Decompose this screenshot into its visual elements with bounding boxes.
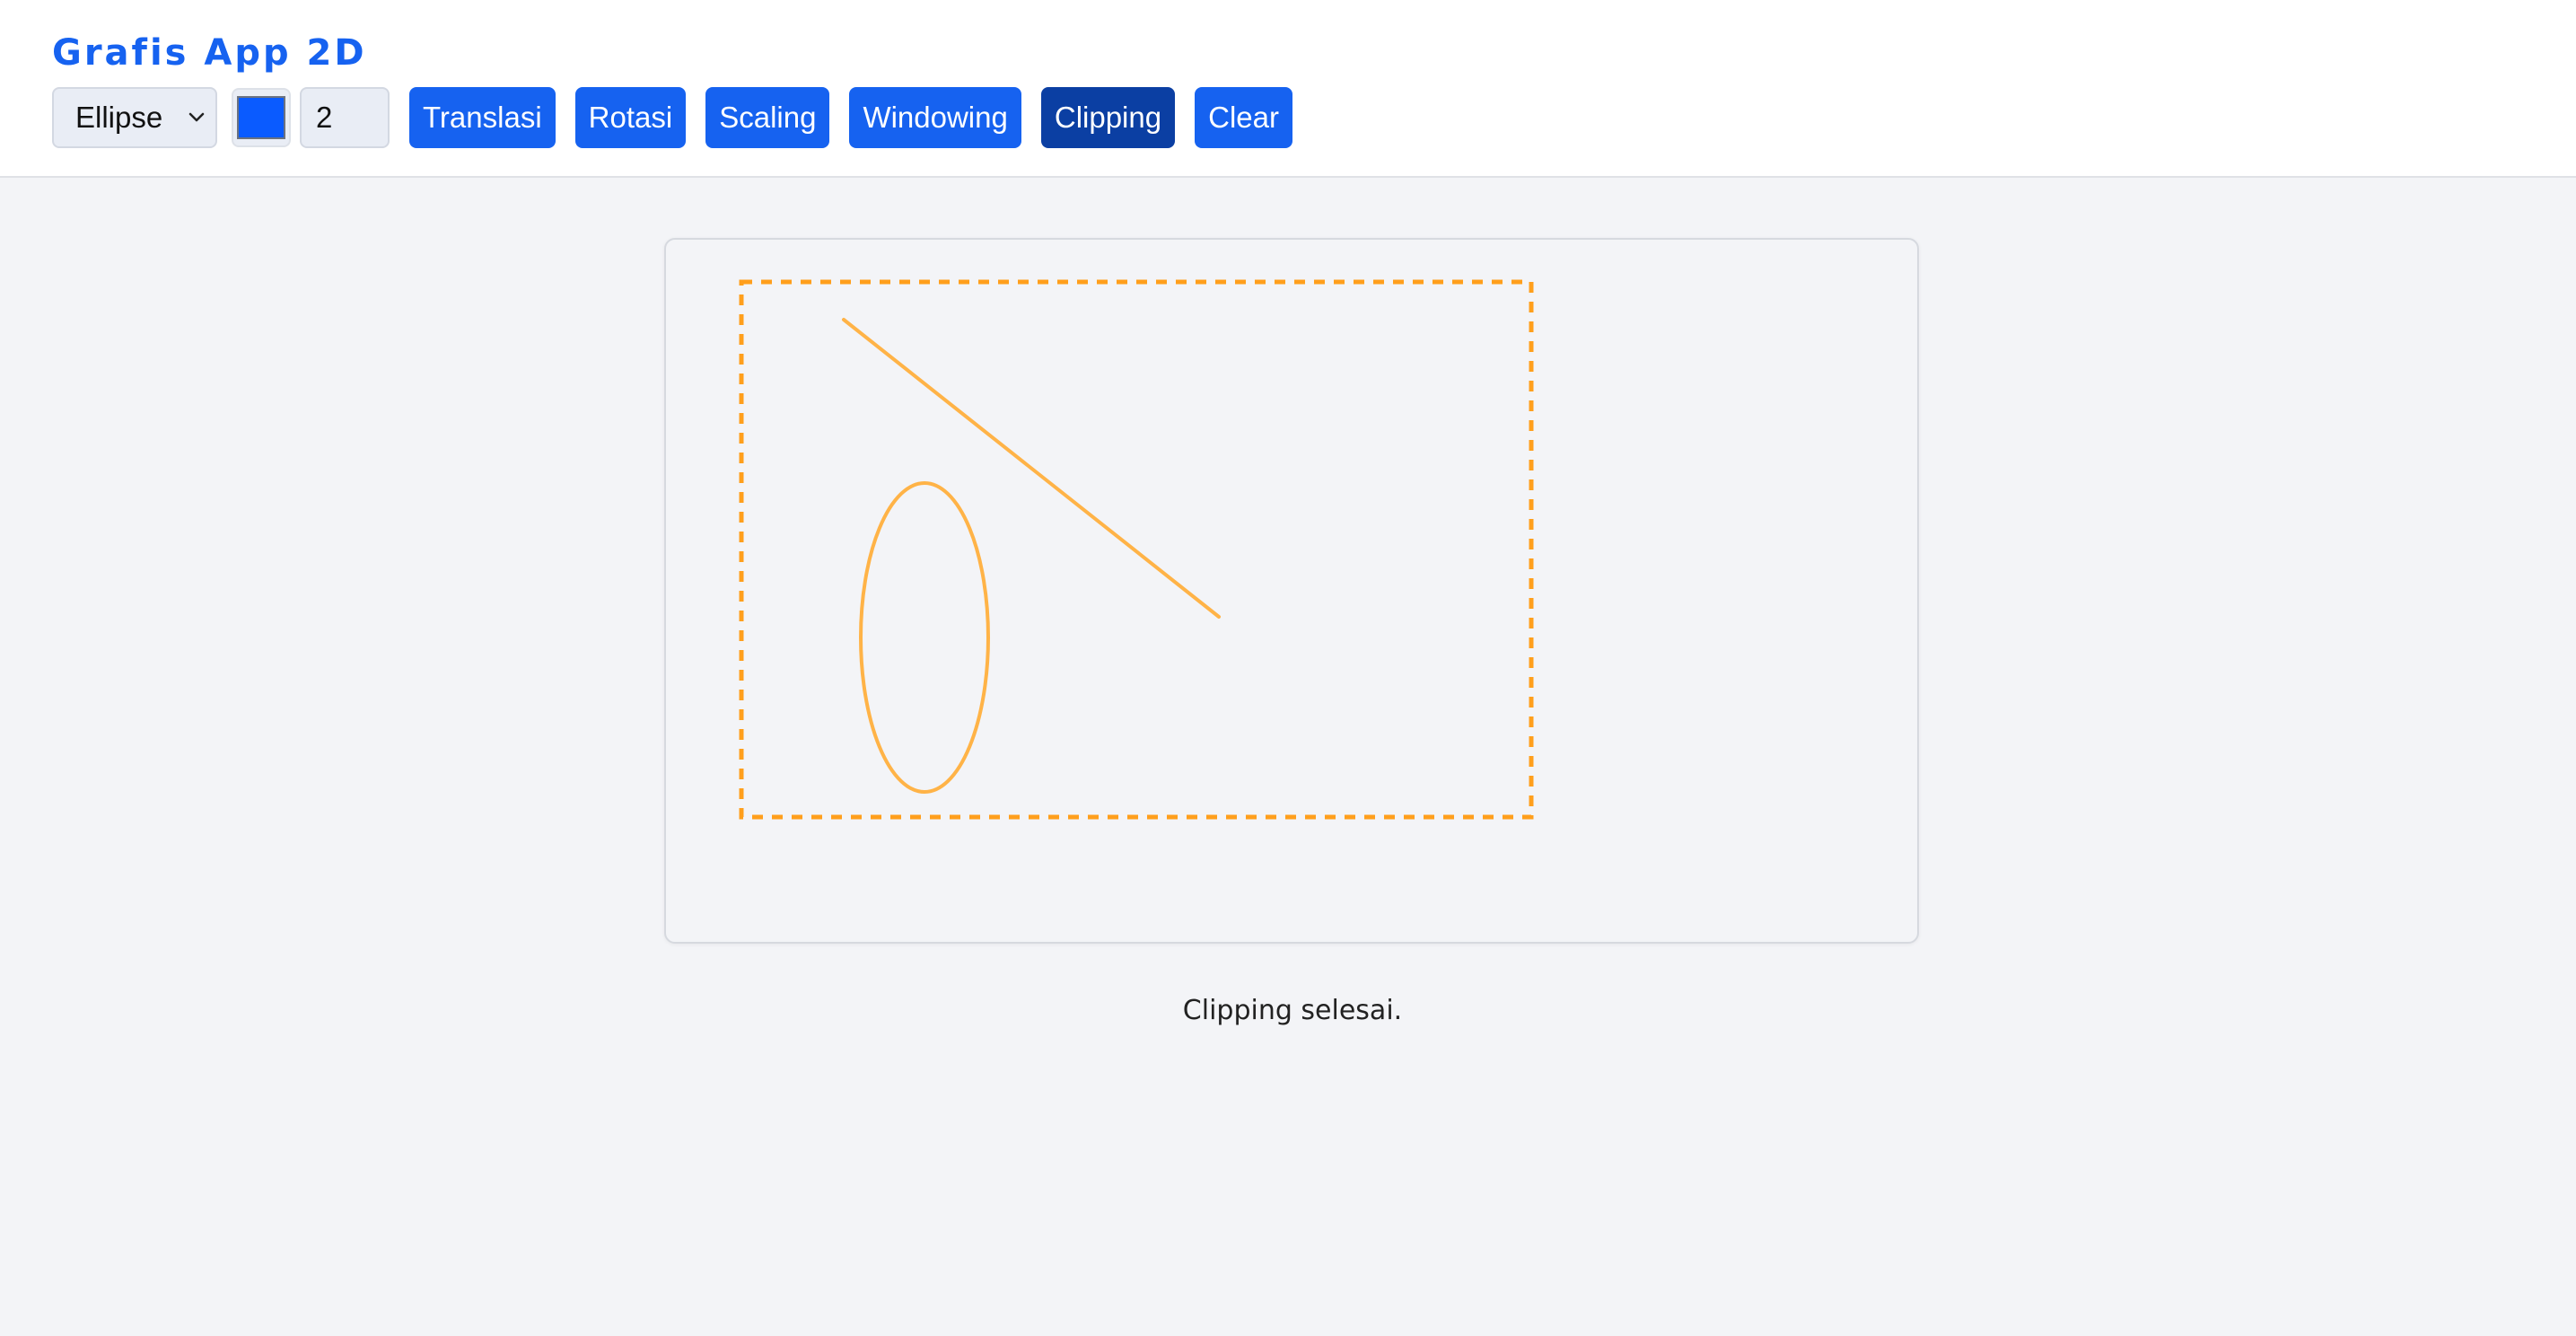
drawing-canvas[interactable] xyxy=(664,238,1919,944)
shape-select[interactable]: Ellipse xyxy=(52,87,217,148)
app-header: Grafis App 2D Ellipse Translasi Rotasi S… xyxy=(0,0,2576,178)
windowing-button[interactable]: Windowing xyxy=(849,87,1021,148)
shape-select-value: Ellipse xyxy=(75,101,163,134)
status-message: Clipping selesai. xyxy=(1182,995,1403,1026)
canvas-svg xyxy=(739,279,1534,820)
drawn-ellipse xyxy=(859,481,990,794)
scaling-button[interactable]: Scaling xyxy=(705,87,830,148)
color-picker[interactable] xyxy=(232,88,291,147)
clear-button[interactable]: Clear xyxy=(1195,87,1292,148)
color-swatch xyxy=(237,96,285,139)
translasi-button[interactable]: Translasi xyxy=(409,87,556,148)
chevron-down-icon xyxy=(188,112,205,122)
toolbar: Ellipse Translasi Rotasi Scaling Windowi… xyxy=(52,86,1292,149)
clipping-button[interactable]: Clipping xyxy=(1040,87,1176,148)
drawn-line xyxy=(842,318,1221,619)
rotasi-button[interactable]: Rotasi xyxy=(574,87,687,148)
stroke-width-input[interactable] xyxy=(300,87,390,148)
app-title: Grafis App 2D xyxy=(52,32,367,74)
